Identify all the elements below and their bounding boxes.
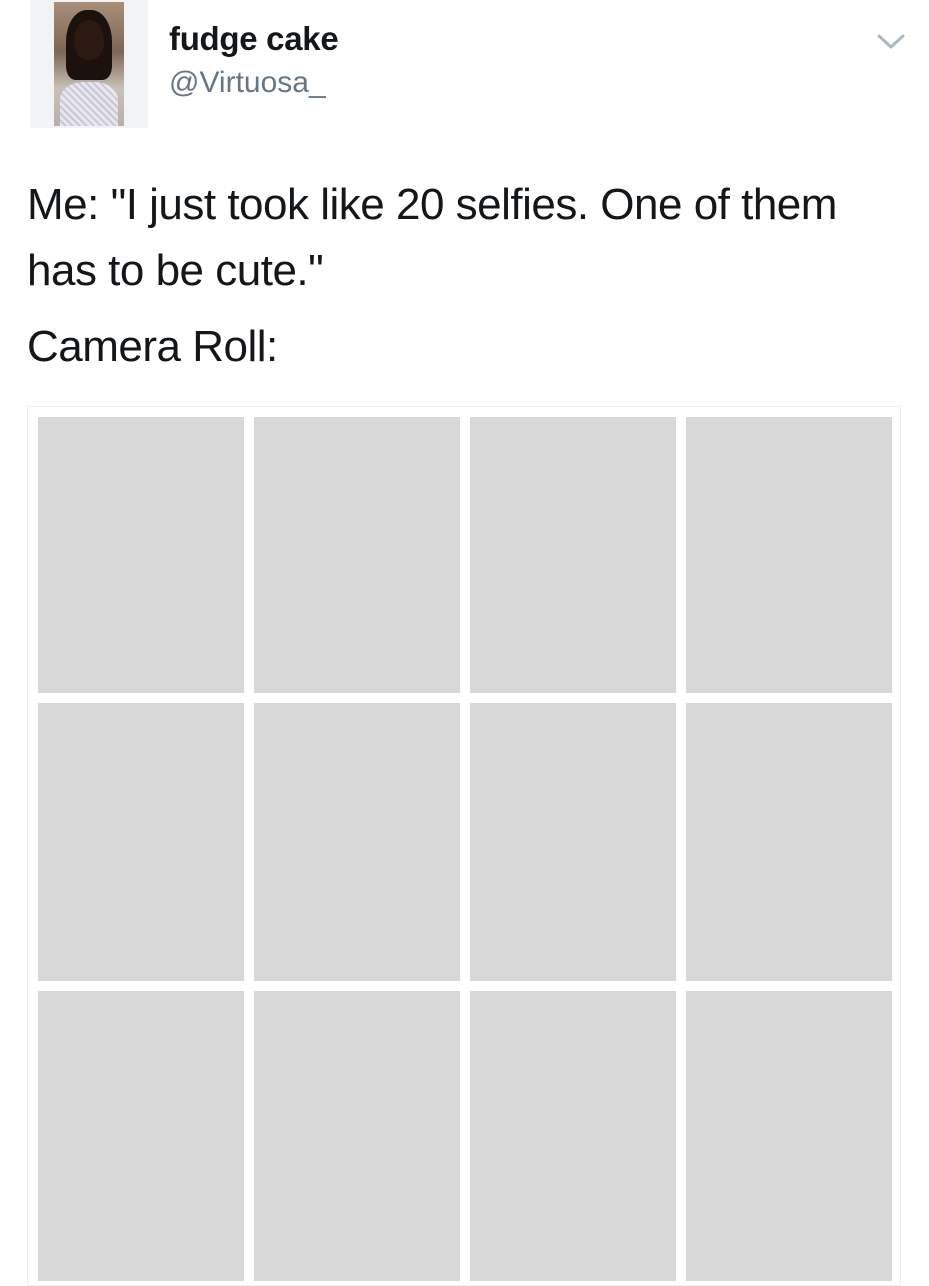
camera-roll-grid (38, 417, 892, 1281)
chevron-down-icon[interactable] (876, 30, 906, 54)
camera-roll-tile[interactable] (470, 991, 676, 1281)
user-handle[interactable]: @Virtuosa_ (169, 66, 326, 100)
camera-roll-tile[interactable] (254, 703, 460, 981)
camera-roll-tile[interactable] (254, 417, 460, 693)
camera-roll-tile[interactable] (38, 703, 244, 981)
camera-roll-tile[interactable] (686, 417, 892, 693)
display-name[interactable]: fudge cake (169, 20, 339, 58)
camera-roll-tile[interactable] (470, 417, 676, 693)
tweet-body: Me: "I just took like 20 selfies. One of… (27, 172, 897, 380)
camera-roll-tile[interactable] (38, 417, 244, 693)
camera-roll-tile[interactable] (38, 991, 244, 1281)
camera-roll-tile[interactable] (254, 991, 460, 1281)
tweet-header: fudge cake @Virtuosa_ (0, 0, 929, 140)
camera-roll-tile[interactable] (686, 703, 892, 981)
camera-roll-tile[interactable] (686, 991, 892, 1281)
tweet-caption: Camera Roll: (27, 322, 278, 371)
tweet-text: Me: "I just took like 20 selfies. One of… (27, 180, 837, 295)
avatar-photo (54, 2, 124, 126)
media-attachment[interactable] (27, 406, 901, 1286)
camera-roll-tile[interactable] (470, 703, 676, 981)
avatar[interactable] (30, 0, 148, 128)
